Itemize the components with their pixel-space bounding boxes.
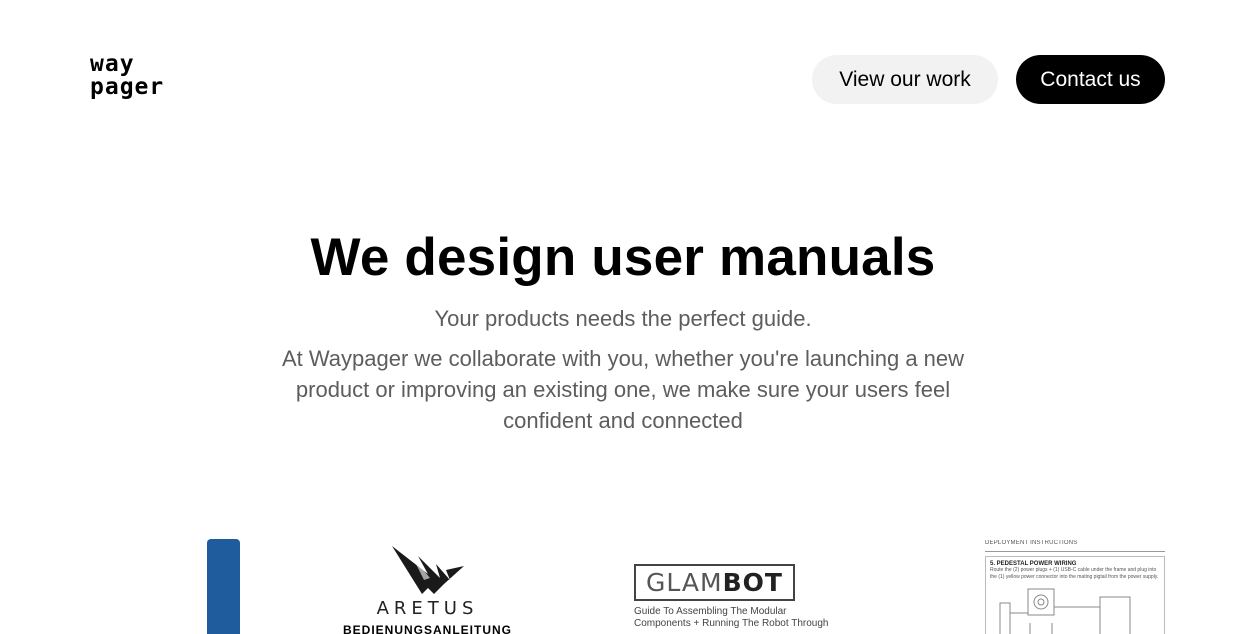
glambot-logo-part2: BOT [722, 568, 783, 597]
wiring-diagram-icon [999, 588, 1131, 634]
manuals-gallery: ARETUS BEDIENUNGSANLEITUNG GLAM BOT Guide… [0, 538, 1246, 634]
hero-section: We design user manuals Your products nee… [0, 224, 1246, 436]
deployment-panel: 5. PEDESTAL POWER WIRING Route the (2) p… [985, 556, 1165, 634]
deployment-manual-page[interactable]: DEPLOYMENT INSTRUCTIONS 5. PEDESTAL POWE… [985, 540, 1165, 634]
glambot-logo: GLAM BOT [634, 564, 795, 601]
header-nav: View our work Contact us [812, 55, 1165, 104]
blue-manual-cover[interactable] [207, 539, 240, 634]
glambot-logo-part1: GLAM [646, 568, 723, 597]
glambot-line-2: Components + Running The Robot Through [634, 618, 829, 629]
logo-text-way: way [90, 51, 135, 77]
aretus-brand-name: ARETUS [376, 598, 479, 619]
glambot-line-1: Guide To Assembling The Modular [634, 606, 787, 617]
glambot-manual-cover[interactable]: GLAM BOT Guide To Assembling The Modular … [634, 564, 834, 634]
hero-title: We design user manuals [310, 228, 936, 287]
logo-text-pager: pager [90, 74, 165, 100]
waypager-logo[interactable]: way pager [90, 53, 182, 105]
deployment-header: DEPLOYMENT INSTRUCTIONS [985, 540, 1078, 546]
contact-us-button[interactable]: Contact us [1016, 55, 1165, 104]
hero-description: At Waypager we collaborate with you, whe… [281, 346, 965, 433]
deployment-line-2: the (1) yellow power connector into the … [990, 574, 1159, 580]
aretus-subtitle: BEDIENUNGSANLEITUNG [342, 623, 512, 634]
aretus-manual-cover[interactable]: ARETUS BEDIENUNGSANLEITUNG [335, 544, 520, 634]
hero-subtitle: Your products needs the perfect guide. [434, 306, 812, 331]
aretus-bird-logo-icon [391, 546, 464, 594]
deployment-line-1: Route the (2) power plugs + (1) USB-C ca… [990, 567, 1157, 573]
divider [985, 551, 1165, 552]
view-our-work-button[interactable]: View our work [812, 55, 998, 104]
